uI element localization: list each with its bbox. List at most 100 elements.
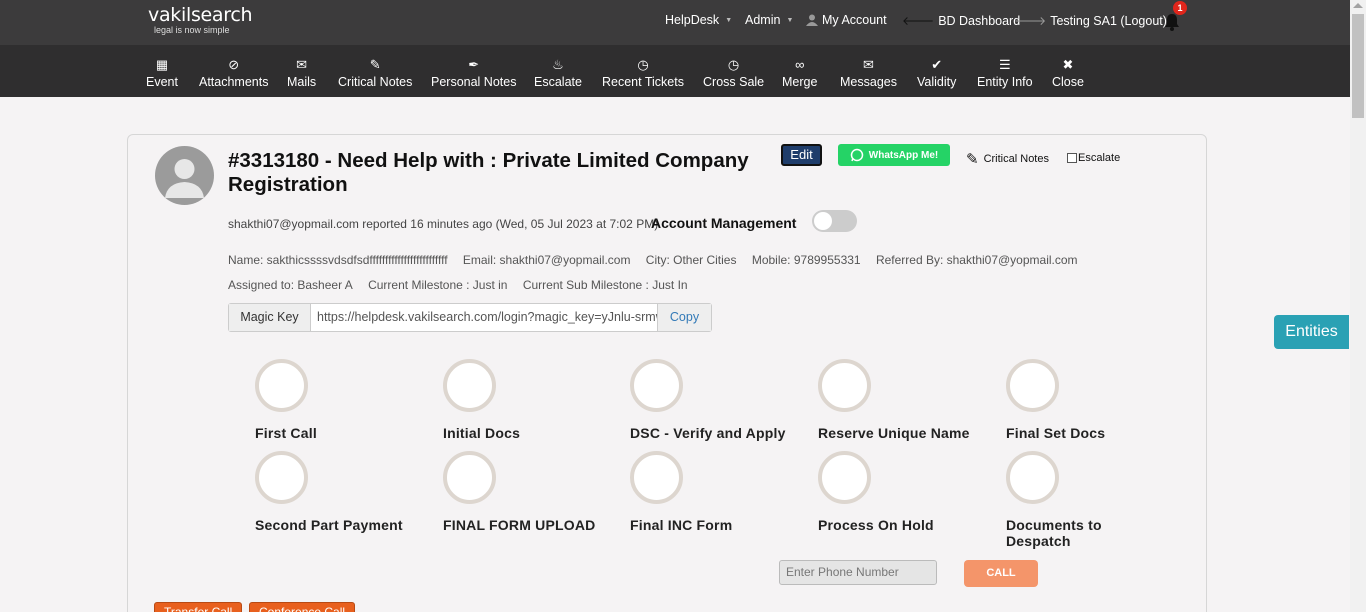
toolbar-personal-notes[interactable]: ✒ Personal Notes	[431, 57, 516, 89]
account-management-label: Account Management	[651, 215, 797, 231]
milestone-final-form-upload[interactable]: FINAL FORM UPLOAD	[443, 451, 613, 533]
milestone-label: Final Set Docs	[1006, 425, 1106, 441]
toolbar-validity-label: Validity	[917, 75, 957, 89]
milestone-documents-to-despatch[interactable]: Documents to Despatch	[1006, 451, 1126, 549]
milestone-label: Final INC Form	[630, 517, 733, 533]
milestone-dsc[interactable]: DSC - Verify and Apply	[630, 359, 800, 441]
transfer-call-button[interactable]: Transfer Call	[154, 602, 243, 612]
admin-label: Admin	[745, 13, 781, 27]
toolbar-attachments[interactable]: ⊘ Attachments	[199, 57, 268, 89]
vakilsearch-logo[interactable]: vakilsearch legal is now simple	[148, 4, 253, 36]
milestone-final-set-docs[interactable]: Final Set Docs	[1006, 359, 1176, 441]
toolbar-entity-info[interactable]: ☰ Entity Info	[977, 57, 1033, 89]
whatsapp-label: WhatsApp Me!	[868, 149, 939, 161]
milestone-status-circle	[630, 359, 683, 412]
milestone-second-part-payment[interactable]: Second Part Payment	[255, 451, 425, 533]
milestone-status-circle	[443, 359, 496, 412]
toolbar-mails[interactable]: ✉ Mails	[287, 57, 316, 89]
assigned-to: Assigned to: Basheer A	[228, 278, 353, 292]
my-account-link[interactable]: My Account	[806, 13, 887, 27]
link-icon: ∞	[795, 57, 805, 72]
milestone-label: Initial Docs	[443, 425, 521, 441]
milestone-status-circle	[1006, 451, 1059, 504]
chevron-down-icon: ▼	[786, 16, 794, 24]
critical-notes-link[interactable]: ✎ Critical Notes	[966, 150, 1049, 168]
escalate-label: Escalate	[1078, 152, 1121, 164]
milestone-status-circle	[443, 451, 496, 504]
customer-mobile: Mobile: 9789955331	[751, 253, 861, 267]
customer-email: Email: shakthi07@yopmail.com	[462, 253, 631, 267]
bell-icon[interactable]	[1163, 13, 1181, 31]
admin-menu[interactable]: Admin ▼	[745, 13, 793, 27]
notification-badge: 1	[1173, 1, 1187, 15]
toolbar-attachments-label: Attachments	[199, 75, 269, 89]
logo-name: vakilsearch	[148, 4, 253, 26]
edit-button[interactable]: Edit	[781, 144, 822, 166]
milestone-final-inc-form[interactable]: Final INC Form	[630, 451, 800, 533]
milestone-status-circle	[1006, 359, 1059, 412]
reported-info: shakthi07@yopmail.com reported 16 minute…	[228, 217, 659, 231]
milestone-status-circle	[255, 451, 308, 504]
escalate-checkbox[interactable]	[1067, 153, 1077, 163]
magic-key-field[interactable]: https://helpdesk.vakilsearch.com/login?m…	[311, 304, 657, 331]
logout-label: Testing SA1 (Logout)	[1050, 13, 1167, 28]
milestone-status-circle	[818, 359, 871, 412]
arrow-right-icon: 🡒	[1014, 14, 1047, 28]
bd-dashboard-link[interactable]: 🡐 BD Dashboard	[902, 13, 1020, 29]
phone-number-input[interactable]: Enter Phone Number	[779, 560, 937, 585]
toolbar-recent-tickets[interactable]: ◷ Recent Tickets	[602, 57, 684, 89]
customer-name: Name: sakthicssssvdsdfsdffffffffffffffff…	[228, 253, 448, 267]
logout-link[interactable]: 🡒 Testing SA1 (Logout)	[1014, 13, 1167, 29]
milestone-reserve-name[interactable]: Reserve Unique Name	[818, 359, 988, 441]
helpdesk-menu[interactable]: HelpDesk ▼	[665, 13, 732, 27]
magic-key-group: Magic Key https://helpdesk.vakilsearch.c…	[228, 303, 712, 332]
fire-icon: ♨	[552, 57, 564, 72]
customer-info-row: Name: sakthicssssvdsdfsdffffffffffffffff…	[228, 253, 1090, 267]
list-icon: ☰	[998, 57, 1011, 72]
ticket-title: #3313180 - Need Help with : Private Limi…	[228, 149, 749, 196]
toolbar-critical-notes-label: Critical Notes	[338, 75, 413, 89]
copy-button[interactable]: Copy	[657, 304, 711, 331]
whatsapp-button[interactable]: WhatsApp Me!	[838, 144, 950, 166]
account-management-toggle[interactable]	[812, 210, 857, 232]
milestone-label: DSC - Verify and Apply	[630, 425, 786, 441]
calendar-icon: ▦	[155, 57, 169, 72]
current-sub-milestone: Current Sub Milestone : Just In	[522, 278, 688, 292]
toolbar-critical-notes[interactable]: ✎ Critical Notes	[338, 57, 412, 89]
toolbar-personal-notes-label: Personal Notes	[431, 75, 517, 89]
toolbar-messages-label: Messages	[840, 75, 897, 89]
call-button[interactable]: CALL	[964, 560, 1038, 587]
toolbar-messages[interactable]: ✉ Messages	[840, 57, 897, 89]
pushpin-icon: ✒	[468, 57, 480, 72]
referred-by: Referred By: shakthi07@yopmail.com	[875, 253, 1078, 267]
toolbar-entity-info-label: Entity Info	[977, 75, 1033, 89]
toolbar-cross-sale[interactable]: ◷ Cross Sale	[703, 57, 764, 89]
paperclip-icon: ⊘	[228, 57, 240, 72]
milestone-label: FINAL FORM UPLOAD	[443, 517, 596, 533]
milestone-label: First Call	[255, 425, 317, 441]
toolbar-merge[interactable]: ∞ Merge	[782, 57, 817, 89]
scroll-up-arrow-icon[interactable]	[1353, 3, 1363, 8]
scrollbar-thumb[interactable]	[1352, 14, 1364, 118]
clock-icon: ◷	[727, 57, 740, 72]
user-icon	[806, 14, 818, 26]
logo-tagline: legal is now simple	[154, 25, 230, 35]
toggle-knob	[814, 212, 832, 230]
milestone-first-call[interactable]: First Call	[255, 359, 425, 441]
toolbar-validity[interactable]: ✔ Validity	[917, 57, 956, 89]
user-silhouette-icon	[165, 159, 204, 198]
toolbar-event[interactable]: ▦ Event	[146, 57, 178, 89]
entities-button[interactable]: Entities	[1274, 315, 1349, 349]
escalate-toggle[interactable]: Escalate	[1067, 152, 1120, 164]
milestone-initial-docs[interactable]: Initial Docs	[443, 359, 613, 441]
toolbar-escalate[interactable]: ♨ Escalate	[534, 57, 582, 89]
my-account-label: My Account	[822, 13, 887, 27]
check-icon: ✔	[931, 57, 943, 72]
milestone-process-on-hold[interactable]: Process On Hold	[818, 451, 988, 533]
conference-call-button[interactable]: Conference Call	[249, 602, 356, 612]
toolbar-escalate-label: Escalate	[534, 75, 582, 89]
whatsapp-icon	[850, 148, 864, 162]
milestone-status-circle	[255, 359, 308, 412]
assignment-info-row: Assigned to: Basheer A Current Milestone…	[228, 278, 700, 292]
toolbar-close[interactable]: ✖ Close	[1052, 57, 1084, 89]
